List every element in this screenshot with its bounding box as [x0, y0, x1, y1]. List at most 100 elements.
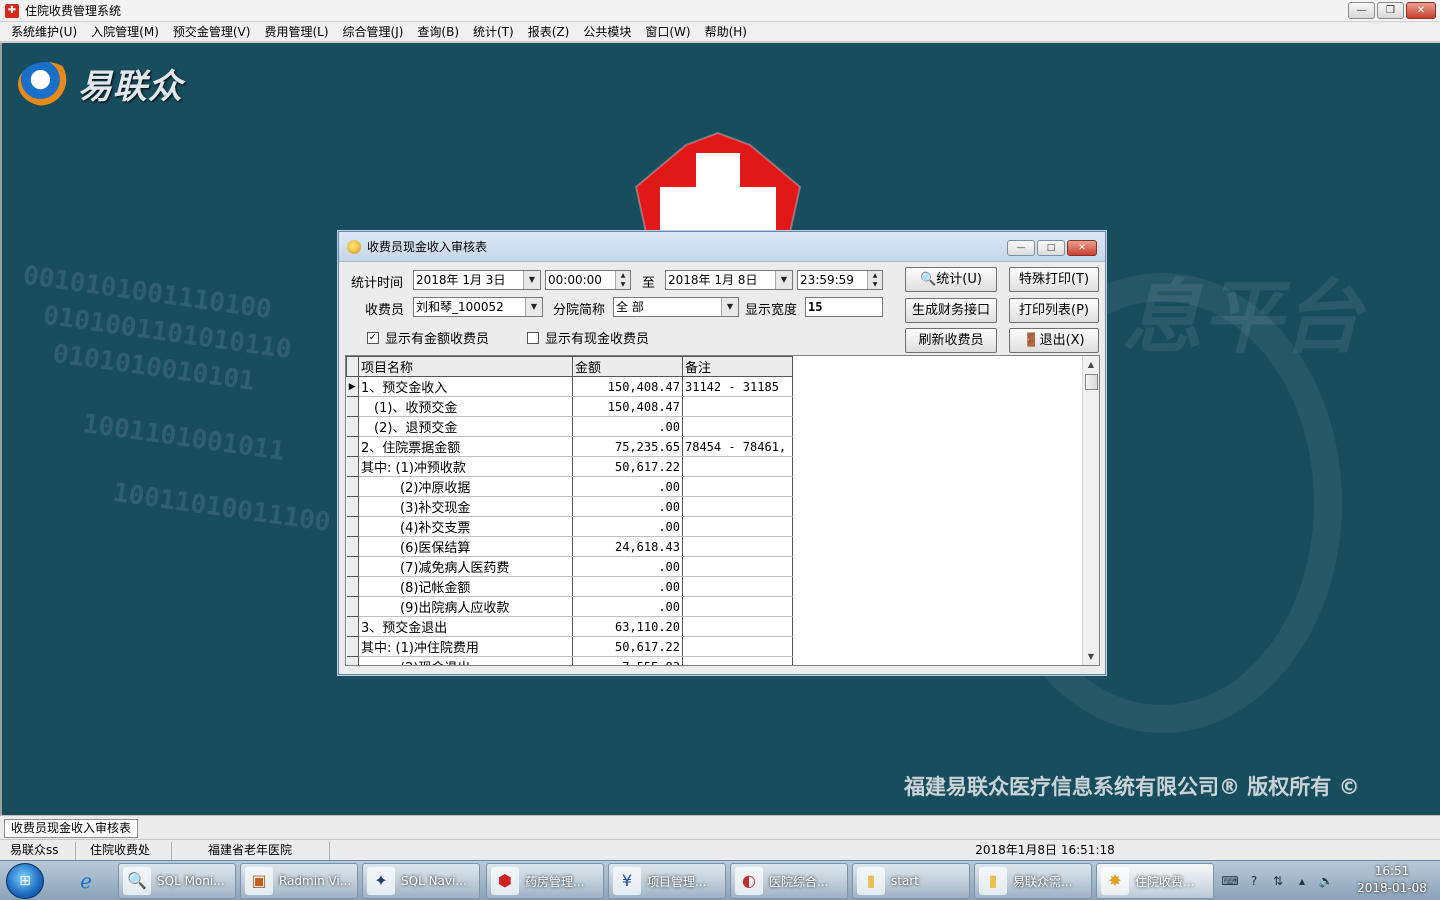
taskbar-item[interactable]: ¥ 项目管理...	[608, 863, 726, 899]
ie-browser-icon[interactable]: ℯ	[66, 864, 106, 898]
dialog-maximize-button[interactable]: □	[1037, 240, 1065, 256]
cell-amount[interactable]: .00	[572, 416, 683, 437]
taskbar-item[interactable]: ◐ 医院综合...	[730, 863, 848, 899]
grid-row[interactable]: (8)记帐金额 .00	[346, 576, 793, 597]
row-indicator[interactable]	[346, 596, 359, 617]
cell-note[interactable]: 78454 - 78461, -	[682, 436, 793, 457]
row-indicator[interactable]	[346, 476, 359, 497]
row-indicator[interactable]	[346, 436, 359, 457]
menu-reports[interactable]: 报表(Z)	[521, 23, 577, 41]
cell-item-name[interactable]: (2)现金退出	[358, 656, 573, 665]
show-hidden-icon[interactable]: ▴	[1293, 872, 1311, 890]
cell-note[interactable]	[682, 656, 793, 665]
col-header-item-name[interactable]: 项目名称	[358, 356, 573, 377]
cell-amount[interactable]: .00	[572, 496, 683, 517]
refresh-cashier-button[interactable]: 刷新收费员	[905, 328, 997, 353]
grid-row[interactable]: 2、住院票据金额 75,235.65 78454 - 78461, -	[346, 436, 793, 457]
cell-item-name[interactable]: (4)补交支票	[358, 516, 573, 537]
taskbar-item[interactable]: ✦ SQL Navi...	[362, 863, 480, 899]
cell-note[interactable]	[682, 456, 793, 477]
cell-amount[interactable]: .00	[572, 556, 683, 577]
restore-button[interactable]: ❐	[1377, 2, 1404, 19]
cell-amount[interactable]: 63,110.20	[572, 616, 683, 637]
cell-note[interactable]	[682, 416, 793, 437]
cell-item-name[interactable]: 其中: (1)冲预收款	[358, 456, 573, 477]
start-date-picker[interactable]: 2018年 1月 3日	[413, 270, 541, 290]
cell-item-name[interactable]: (7)减免病人医药费	[358, 556, 573, 577]
volume-icon[interactable]: 🔈	[1317, 872, 1335, 890]
current-row-indicator-icon[interactable]: ▶	[346, 376, 359, 397]
cell-amount[interactable]: 150,408.47	[572, 376, 683, 397]
display-width-input[interactable]: 15	[805, 297, 883, 317]
dialog-minimize-button[interactable]: —	[1007, 240, 1035, 256]
row-indicator[interactable]	[346, 536, 359, 557]
cell-amount[interactable]: 50,617.22	[572, 456, 683, 477]
cell-amount[interactable]: 50,617.22	[572, 636, 683, 657]
row-indicator[interactable]	[346, 456, 359, 477]
grid-row[interactable]: 3、预交金退出 63,110.20	[346, 616, 793, 637]
row-indicator[interactable]	[346, 616, 359, 637]
taskbar-item[interactable]: ⬢ 药房管理...	[486, 863, 604, 899]
window-tab-cashier-audit[interactable]: 收费员现金收入审核表	[4, 819, 139, 838]
cell-item-name[interactable]: 2、住院票据金额	[358, 436, 573, 457]
cell-note[interactable]	[682, 476, 793, 497]
menu-deposit[interactable]: 预交金管理(V)	[166, 23, 258, 41]
grid-vertical-scrollbar[interactable]: ▲ ▼	[1082, 356, 1099, 665]
grid-row[interactable]: (7)减免病人医药费 .00	[346, 556, 793, 577]
row-indicator[interactable]	[346, 556, 359, 577]
col-header-amount[interactable]: 金额	[572, 356, 683, 377]
scroll-thumb[interactable]	[1085, 374, 1098, 390]
menu-help[interactable]: 帮助(H)	[698, 23, 754, 41]
row-indicator[interactable]	[346, 576, 359, 597]
cell-item-name[interactable]: (1)、收预交金	[358, 396, 573, 417]
grid-row[interactable]: (2)、退预交金 .00	[346, 416, 793, 437]
cell-item-name[interactable]: (6)医保结算	[358, 536, 573, 557]
menu-window[interactable]: 窗口(W)	[638, 23, 697, 41]
cell-note[interactable]	[682, 396, 793, 417]
cell-item-name[interactable]: (2)、退预交金	[358, 416, 573, 437]
row-indicator[interactable]	[346, 416, 359, 437]
exit-button[interactable]: 🚪退出(X)	[1009, 328, 1099, 353]
close-button[interactable]: ✕	[1406, 2, 1436, 19]
gen-finance-interface-button[interactable]: 生成财务接口	[905, 298, 997, 323]
grid-row[interactable]: (9)出院病人应收款 .00	[346, 596, 793, 617]
menu-general[interactable]: 综合管理(J)	[336, 23, 411, 41]
cell-note[interactable]	[682, 496, 793, 517]
cell-item-name[interactable]: (9)出院病人应收款	[358, 596, 573, 617]
taskbar-item[interactable]: 🔍 SQL Moni...	[118, 863, 236, 899]
help-icon[interactable]: ?	[1245, 872, 1263, 890]
branch-select[interactable]: 全 部	[613, 297, 739, 317]
show-cash-cashier-checkbox[interactable]: 显示有现金收费员	[527, 328, 649, 347]
cell-amount[interactable]: .00	[572, 476, 683, 497]
row-indicator[interactable]	[346, 636, 359, 657]
taskbar-clock[interactable]: 16:51 2018-01-08	[1352, 863, 1432, 897]
col-header-note[interactable]: 备注	[682, 356, 793, 377]
cell-note[interactable]	[682, 576, 793, 597]
row-indicator[interactable]	[346, 396, 359, 417]
taskbar-item[interactable]: ✸ 住院收费...	[1096, 863, 1214, 899]
keyboard-icon[interactable]: ⌨	[1221, 872, 1239, 890]
grid-row[interactable]: ▶ 1、预交金收入 150,408.47 31142 - 31185	[346, 376, 793, 397]
grid-row[interactable]: (3)补交现金 .00	[346, 496, 793, 517]
menu-system[interactable]: 系统维护(U)	[4, 23, 84, 41]
grid-row[interactable]: (2)现金退出7,555.83	[346, 656, 793, 665]
end-date-picker[interactable]: 2018年 1月 8日	[665, 270, 793, 290]
special-print-button[interactable]: 特殊打印(T)	[1009, 267, 1099, 292]
scroll-down-icon[interactable]: ▼	[1083, 648, 1099, 665]
cell-note[interactable]	[682, 556, 793, 577]
cell-note[interactable]	[682, 636, 793, 657]
taskbar-item[interactable]: ▮ 易联众需...	[974, 863, 1092, 899]
dialog-close-button[interactable]: ✕	[1067, 240, 1097, 256]
cell-amount[interactable]: .00	[572, 516, 683, 537]
cell-item-name[interactable]: (8)记帐金额	[358, 576, 573, 597]
cell-note[interactable]	[682, 596, 793, 617]
cell-item-name[interactable]: 其中: (1)冲住院费用	[358, 636, 573, 657]
audit-data-grid[interactable]: 项目名称 金额 备注 ▶ 1、预交金收入 150,408.47 31142 - 311…	[345, 355, 1100, 666]
cell-amount[interactable]: 24,618.43	[572, 536, 683, 557]
grid-row[interactable]: (1)、收预交金 150,408.47	[346, 396, 793, 417]
cell-amount[interactable]: .00	[572, 576, 683, 597]
start-button[interactable]: ⊞	[6, 863, 44, 899]
cell-note[interactable]	[682, 616, 793, 637]
start-time-spinner[interactable]: 00:00:00	[545, 270, 631, 290]
end-time-spinner[interactable]: 23:59:59	[797, 270, 883, 290]
